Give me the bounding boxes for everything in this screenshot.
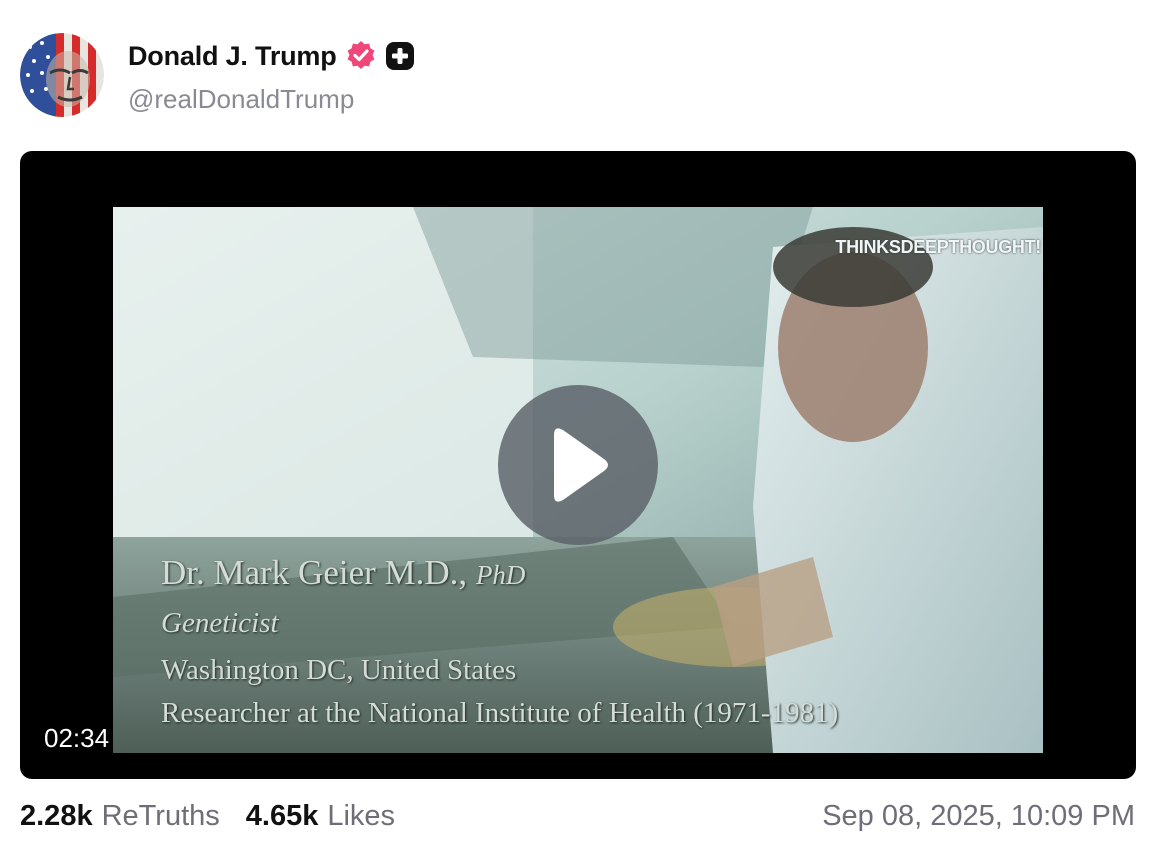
video-player[interactable]: THINKSDEEPTHOUGHT! Dr. Mark Geier M.D., … [20, 151, 1136, 779]
author-avatar[interactable] [20, 33, 104, 117]
caption-name: Dr. Mark Geier M.D., PhD [161, 553, 525, 593]
likes-stat[interactable]: 4.65k Likes [246, 800, 395, 833]
caption-role: Geneticist [161, 607, 279, 639]
plus-badge-icon [385, 42, 414, 70]
likes-count: 4.65k [245, 800, 319, 832]
verified-badge-icon [347, 41, 374, 69]
video-duration: 02:34 [44, 723, 110, 753]
flag-face-avatar-icon [20, 33, 104, 117]
play-icon [554, 428, 608, 502]
post-stats: 2.28k ReTruths 4.65k Likes [20, 800, 395, 833]
caption-name-text: Dr. Mark Geier M.D., [161, 553, 468, 592]
retruths-stat[interactable]: 2.28k ReTruths [20, 800, 220, 833]
author-handle[interactable]: @realDonaldTrump [128, 84, 354, 115]
post-timestamp[interactable]: Sep 08, 2025, 10:09 PM [822, 800, 1135, 833]
caption-location: Washington DC, United States [161, 654, 517, 686]
caption-degree: PhD [475, 560, 526, 590]
retruths-label: ReTruths [101, 800, 220, 832]
caption-researcher: Researcher at the National Institute of … [161, 697, 839, 729]
video-watermark: THINKSDEEPTHOUGHT! [835, 237, 1041, 257]
author-display-name[interactable]: Donald J. Trump [128, 41, 337, 72]
play-button[interactable] [498, 385, 658, 545]
retruths-count: 2.28k [20, 800, 93, 832]
author-name-row: Donald J. Trump [128, 38, 415, 74]
likes-label: Likes [327, 800, 396, 832]
